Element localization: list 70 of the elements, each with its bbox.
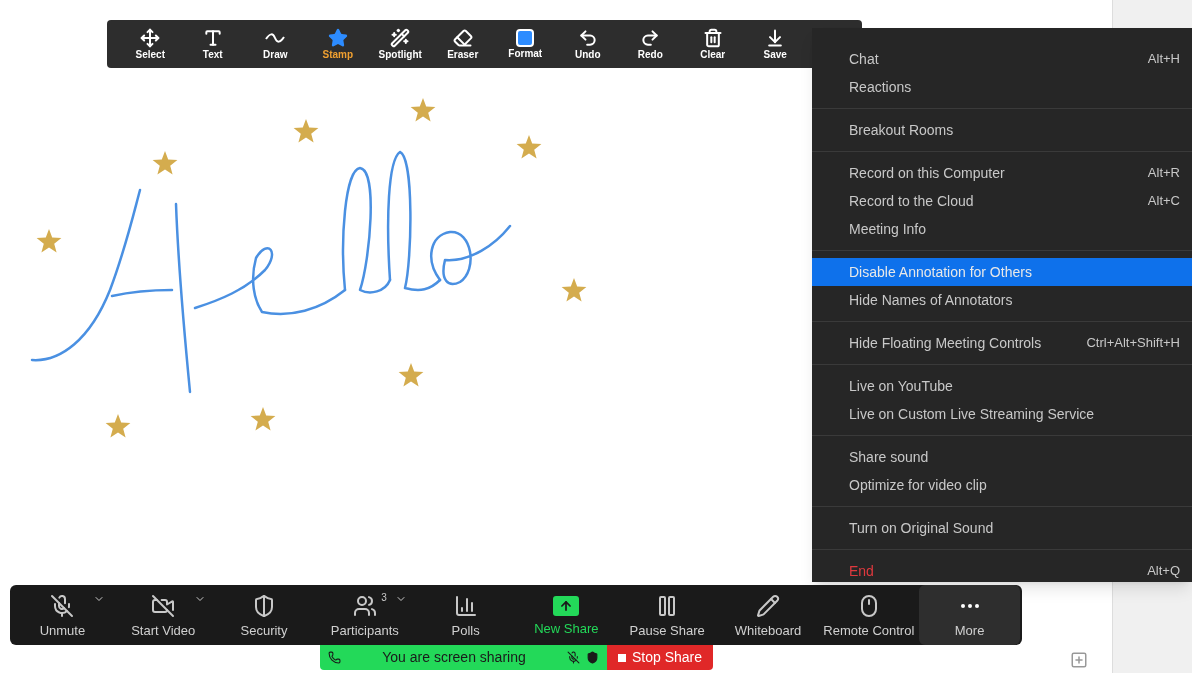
people-icon: [352, 593, 377, 618]
star-stamp: [36, 229, 62, 253]
star-stamp: [250, 407, 276, 431]
star-stamp: [293, 119, 319, 143]
shield-icon: [252, 593, 276, 618]
star-stamp: [398, 363, 424, 387]
meeting-control[interactable]: Start Video: [112, 585, 214, 645]
participant-count: 3: [381, 590, 387, 605]
redo-icon: [640, 28, 661, 48]
menu-item[interactable]: Disable Annotation for Others: [812, 258, 1192, 286]
star-stamp: [410, 98, 436, 122]
star-stamp: [561, 278, 587, 302]
menu-item[interactable]: Live on Custom Live Streaming Service: [812, 400, 1192, 428]
annotation-tool[interactable]: Spotlight: [369, 22, 432, 66]
meeting-control[interactable]: Security: [213, 585, 315, 645]
meeting-control[interactable]: Whiteboard: [717, 585, 819, 645]
annotation-tool[interactable]: Save: [744, 22, 807, 66]
text-icon: [202, 28, 223, 48]
menu-item[interactable]: Share sound: [812, 443, 1192, 471]
meeting-control[interactable]: Unmute: [12, 585, 113, 645]
wand-icon: [390, 28, 411, 48]
star-stamp: [105, 414, 131, 438]
star-stamp: [516, 135, 542, 159]
meeting-control[interactable]: New Share: [516, 585, 617, 645]
ellipsis-icon: [960, 603, 979, 608]
menu-item[interactable]: Optimize for video clip: [812, 471, 1192, 499]
stop-icon: [617, 653, 626, 662]
annotation-tool[interactable]: Stamp: [306, 22, 369, 66]
annotation-tool[interactable]: Draw: [244, 22, 307, 66]
annotation-tool[interactable]: Redo: [619, 22, 682, 66]
meeting-control[interactable]: 3 Participants: [314, 585, 416, 645]
menu-item[interactable]: Live on YouTube: [812, 372, 1192, 400]
sharing-status: You are screen sharing: [381, 648, 527, 667]
video-off-icon: [151, 593, 176, 618]
menu-item[interactable]: Record on this Computer Alt+R: [812, 159, 1192, 187]
trash-icon: [702, 28, 723, 48]
meeting-control[interactable]: Remote Control: [818, 585, 920, 645]
annotation-tool[interactable]: Text: [181, 22, 244, 66]
menu-item[interactable]: Turn on Original Sound: [812, 514, 1192, 542]
annotation-tool[interactable]: Format: [494, 22, 557, 66]
muted-mic-icon: [50, 593, 75, 618]
annotation-tool[interactable]: Eraser: [431, 22, 494, 66]
muted-mic-icon: [567, 651, 580, 664]
eraser-icon: [452, 28, 473, 48]
color-swatch-icon: [516, 29, 535, 47]
menu-item[interactable]: End Alt+Q: [812, 557, 1192, 585]
share-screen-icon: [553, 595, 580, 616]
annotation-tool[interactable]: Select: [119, 22, 182, 66]
menu-item[interactable]: Record to the Cloud Alt+C: [812, 187, 1192, 215]
new-window-icon[interactable]: [1070, 651, 1088, 669]
stop-share-button[interactable]: Stop Share: [607, 645, 713, 670]
menu-item[interactable]: Breakout Rooms: [812, 116, 1192, 144]
annotation-tool[interactable]: Clear: [681, 22, 744, 66]
move-icon: [140, 28, 161, 48]
undo-icon: [577, 28, 598, 48]
star-icon: [327, 28, 348, 48]
meeting-control[interactable]: Pause Share: [616, 585, 718, 645]
meeting-control[interactable]: More: [919, 585, 1020, 645]
shield-icon: [586, 651, 599, 664]
star-stamp: [152, 151, 178, 175]
bar-chart-icon: [453, 593, 478, 618]
pencil-icon: [756, 593, 780, 618]
phone-icon: [328, 651, 341, 664]
menu-item[interactable]: Meeting Info: [812, 215, 1192, 243]
meeting-control[interactable]: Polls: [415, 585, 516, 645]
menu-item[interactable]: Hide Names of Annotators: [812, 286, 1192, 314]
annotation-tool[interactable]: Undo: [556, 22, 619, 66]
menu-item[interactable]: Hide Floating Meeting Controls Ctrl+Alt+Shift+H: [812, 329, 1192, 357]
menu-item[interactable]: Reactions: [812, 73, 1192, 101]
menu-item[interactable]: Chat Alt+H: [812, 45, 1192, 73]
